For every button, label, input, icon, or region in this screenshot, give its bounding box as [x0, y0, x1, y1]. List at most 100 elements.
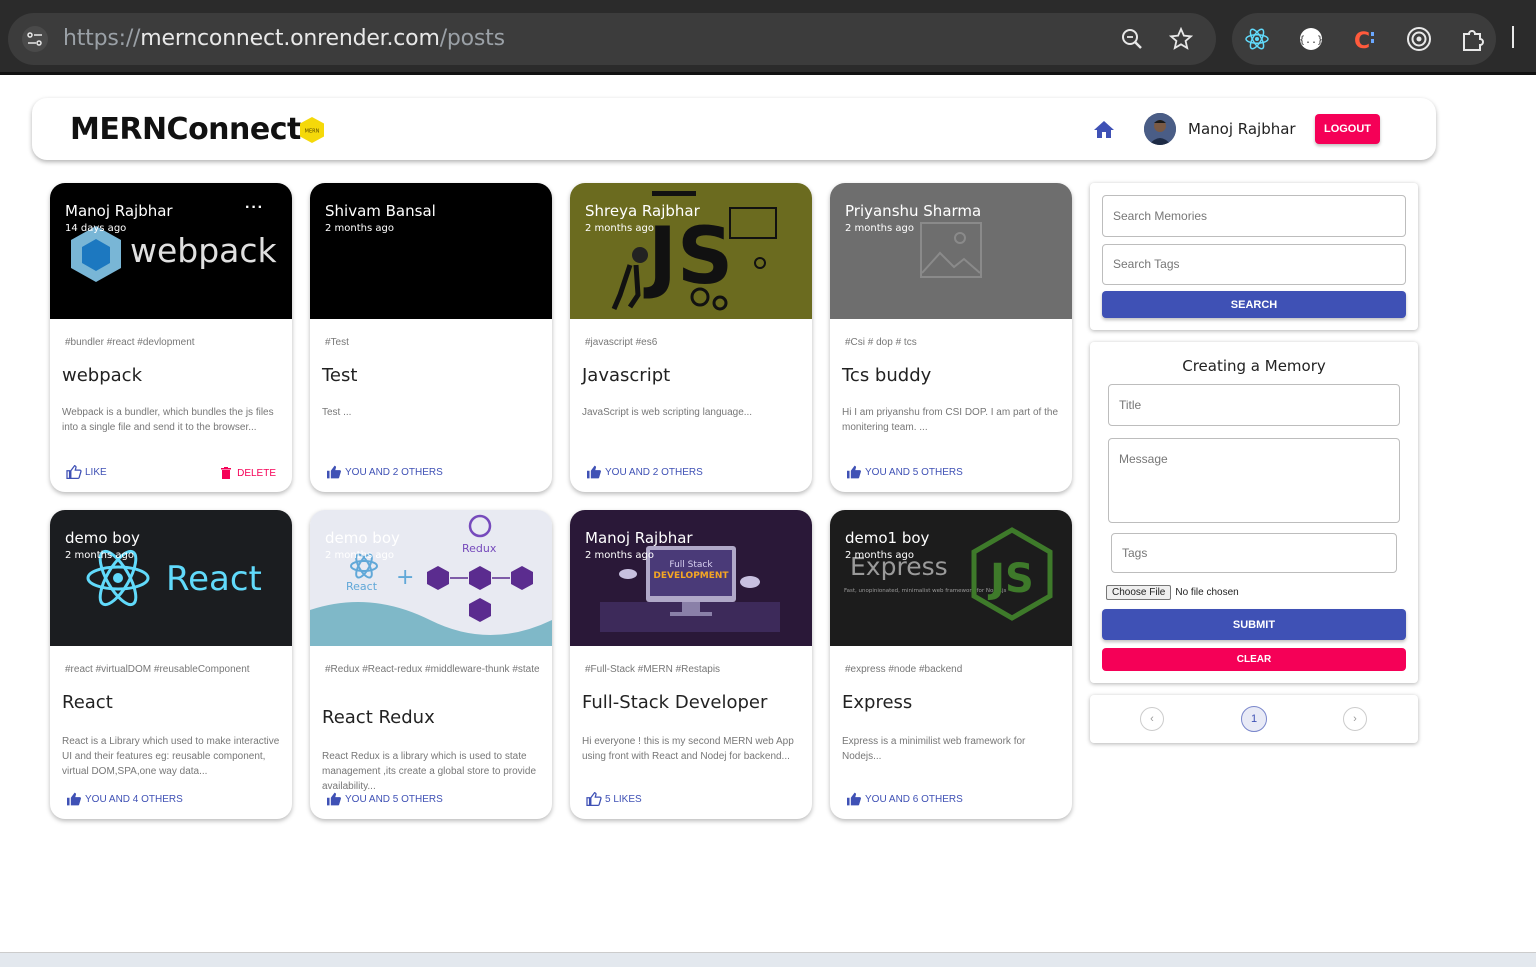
address-bar[interactable]: https://mernconnect.onrender.com/posts — [8, 13, 1216, 65]
avatar[interactable] — [1144, 113, 1176, 145]
bookmark-star-icon[interactable] — [1168, 26, 1194, 52]
target-icon[interactable] — [1405, 25, 1433, 53]
post-author: Manoj Rajbhar — [65, 202, 173, 220]
post-title: Express — [842, 692, 913, 713]
like-button[interactable]: YOU AND 6 OTHERS — [846, 792, 963, 806]
logout-button[interactable]: LOGOUT — [1315, 114, 1380, 144]
post-media[interactable]: React + Redux demo boy 2 months ago — [310, 510, 552, 646]
title-input[interactable]: Title — [1108, 384, 1400, 426]
post-title: Javascript — [582, 365, 671, 386]
extensions-puzzle-icon[interactable] — [1459, 25, 1487, 53]
delete-button[interactable]: DELETE — [221, 467, 276, 479]
create-memory-form: Creating a Memory Title Message Tags Cho… — [1090, 342, 1418, 683]
post-author: Shreya Rajbhar — [585, 202, 700, 220]
file-input[interactable]: Choose File No file chosen — [1106, 585, 1239, 600]
choose-file-button[interactable]: Choose File — [1106, 585, 1172, 600]
post-tags: #express #node #backend — [845, 664, 963, 675]
search-memories-input[interactable]: Search Memories — [1102, 195, 1406, 237]
media-caption: JS — [643, 212, 733, 302]
url-text[interactable]: https://mernconnect.onrender.com/posts — [63, 26, 505, 51]
message-textarea[interactable]: Message — [1108, 438, 1400, 523]
post-message: JavaScript is web scripting language... — [582, 407, 753, 418]
like-button[interactable]: 5 LIKES — [586, 792, 642, 806]
post-tags: #javascript #es6 — [585, 337, 658, 348]
pagination: ‹ 1 › — [1090, 695, 1418, 743]
post-message: Hi everyone ! this is my second MERN web… — [582, 736, 794, 762]
post-tags: #react #virtualDOM #reusableComponent — [65, 664, 250, 675]
post-time: 2 months ago — [65, 550, 134, 561]
post-tags: #Full-Stack #MERN #Restapis — [585, 664, 721, 675]
post-media[interactable]: React demo boy 2 months ago — [50, 510, 292, 646]
like-button[interactable]: YOU AND 5 OTHERS — [326, 792, 443, 806]
post-time: 2 months ago — [585, 550, 654, 561]
color-picker-icon[interactable]: C — [1351, 25, 1379, 53]
post-card: JS Shreya Rajbhar 2 months ago #javascri… — [570, 183, 812, 492]
post-time: 2 months ago — [325, 223, 394, 234]
prev-page-button[interactable]: ‹ — [1140, 707, 1164, 731]
post-card: React demo boy 2 months ago #react #virt… — [50, 510, 292, 819]
like-button[interactable]: YOU AND 5 OTHERS — [846, 465, 963, 479]
post-media[interactable]: Full Stack DEVELOPMENT Manoj Rajbhar 2 m… — [570, 510, 812, 646]
search-button[interactable]: SEARCH — [1102, 291, 1406, 318]
post-tags: #Csi # dop # tcs — [845, 337, 917, 348]
post-title: React — [62, 692, 113, 713]
post-title: Tcs buddy — [842, 365, 932, 386]
post-media[interactable]: Shivam Bansal 2 months ago — [310, 183, 552, 319]
like-button[interactable]: YOU AND 2 OTHERS — [586, 465, 703, 479]
react-devtools-icon[interactable] — [1243, 25, 1271, 53]
like-button[interactable]: YOU AND 2 OTHERS — [326, 465, 443, 479]
brand-title[interactable]: MERNConnect — [70, 112, 301, 147]
post-author: demo boy — [325, 529, 400, 547]
post-author: Priyanshu Sharma — [845, 202, 982, 220]
file-status: No file chosen — [1175, 587, 1239, 598]
post-card: Priyanshu Sharma 2 months ago #Csi # dop… — [830, 183, 1072, 492]
mern-logo-icon: MERN — [299, 116, 325, 144]
browser-toolbar: https://mernconnect.onrender.com/posts {… — [0, 0, 1536, 75]
like-button[interactable]: YOU AND 4 OTHERS — [66, 792, 183, 806]
app-header: MERNConnect MERN Manoj Rajbhar LOGOUT — [32, 98, 1436, 160]
thumb-up-icon — [587, 465, 601, 479]
post-message: Express is a minimilist web framework fo… — [842, 736, 1026, 762]
thumb-up-icon — [327, 465, 341, 479]
post-tags: #bundler #react #devlopment — [65, 337, 195, 348]
clear-button[interactable]: CLEAR — [1102, 648, 1406, 671]
tags-input[interactable]: Tags — [1111, 533, 1397, 573]
post-time: 2 months ago — [845, 550, 914, 561]
zoom-icon[interactable] — [1119, 26, 1145, 52]
media-caption: Redux — [462, 542, 497, 555]
post-time: 2 months ago — [845, 223, 914, 234]
svg-text:+: + — [396, 565, 414, 590]
post-tags: #Test — [325, 337, 349, 348]
taskbar-edge — [0, 952, 1536, 967]
search-tags-input[interactable]: Search Tags — [1102, 244, 1406, 285]
submit-button[interactable]: SUBMIT — [1102, 609, 1406, 640]
thumb-up-icon — [327, 792, 341, 806]
post-card: React + Redux demo boy 2 months ago #Red… — [310, 510, 552, 819]
trash-icon — [221, 467, 232, 479]
home-icon[interactable] — [1092, 118, 1116, 142]
site-settings-icon[interactable] — [22, 26, 48, 52]
like-button[interactable]: LIKE — [66, 465, 107, 479]
post-card: webpack Manoj Rajbhar 14 days ago ··· #b… — [50, 183, 292, 492]
post-message: React Redux is a library which is used t… — [322, 751, 537, 792]
form-heading: Creating a Memory — [1182, 357, 1326, 375]
post-time: 14 days ago — [65, 223, 127, 234]
thumb-up-icon — [67, 792, 81, 806]
media-caption: React — [346, 580, 378, 593]
post-author: demo1 boy — [845, 529, 930, 547]
media-caption: JS — [987, 556, 1034, 602]
post-media[interactable]: JS Shreya Rajbhar 2 months ago — [570, 183, 812, 319]
next-page-button[interactable]: › — [1343, 707, 1367, 731]
post-title: React Redux — [322, 707, 435, 728]
post-title: Full-Stack Developer — [582, 692, 768, 713]
page-1-button[interactable]: 1 — [1241, 706, 1267, 732]
post-title: webpack — [62, 365, 142, 386]
extensions-area: {..} C — [1232, 13, 1496, 65]
post-tags: #Redux #React-redux #middleware-thunk #s… — [325, 664, 540, 675]
post-message: React is a Library which used to make in… — [62, 736, 280, 777]
more-options-icon[interactable]: ··· — [245, 199, 264, 217]
json-viewer-icon[interactable]: {..} — [1297, 25, 1325, 53]
post-media[interactable]: Express Fast, unopinionated, minimalist … — [830, 510, 1072, 646]
post-media[interactable]: webpack Manoj Rajbhar 14 days ago ··· — [50, 183, 292, 319]
post-media[interactable]: Priyanshu Sharma 2 months ago — [830, 183, 1072, 319]
